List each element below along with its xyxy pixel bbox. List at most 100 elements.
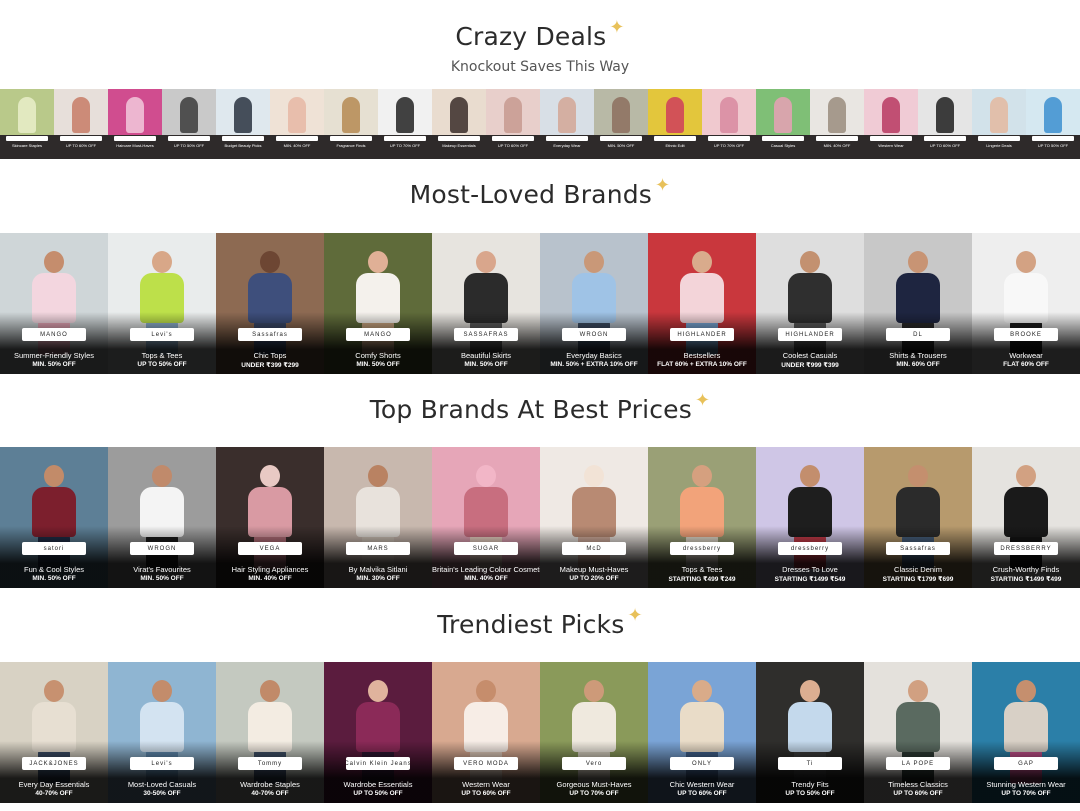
promo-card[interactable]: LA POPE Timeless Classics UP TO 60% OFF xyxy=(864,662,972,803)
promo-card[interactable]: WROGN Virat's Favourites MIN. 50% OFF xyxy=(108,447,216,588)
promo-card-offer: 40-70% OFF xyxy=(35,790,73,797)
deal-tile[interactable]: Ethnic Edit xyxy=(648,89,702,159)
deal-tile[interactable]: MIN. 40% OFF xyxy=(810,89,864,159)
promo-card-offer: MIN. 30% OFF xyxy=(356,575,400,582)
promo-card[interactable]: GAP Stunning Western Wear UP TO 70% OFF xyxy=(972,662,1080,803)
deal-tile[interactable]: UP TO 50% OFF xyxy=(162,89,216,159)
model-head xyxy=(476,680,496,702)
top-brands-title: Top Brands At Best Prices ✦ xyxy=(0,390,1080,424)
deal-tile-caption: Lingerie Deals xyxy=(986,143,1012,148)
deal-tile[interactable]: UP TO 60% OFF xyxy=(918,89,972,159)
deal-tile-brand-logo xyxy=(1032,136,1074,141)
promo-card[interactable]: McD Makeup Must-Haves UP TO 20% OFF xyxy=(540,447,648,588)
brand-logo: dressberry xyxy=(778,542,842,555)
deal-tile-caption: Everyday Wear xyxy=(553,143,581,148)
most-loved-title-text: Most-Loved Brands xyxy=(409,180,653,209)
promo-card[interactable]: JACK&JONES Every Day Essentials 40-70% OFF xyxy=(0,662,108,803)
promo-card-title: Wardrobe Staples xyxy=(240,780,300,789)
deal-tile-product xyxy=(990,97,1008,133)
deal-tile[interactable]: UP TO 70% OFF xyxy=(702,89,756,159)
deal-tile-product xyxy=(396,97,414,133)
deal-tile[interactable]: Casual Styles xyxy=(756,89,810,159)
deal-tile[interactable]: Lingerie Deals xyxy=(972,89,1026,159)
deal-tile-brand-logo xyxy=(546,136,588,141)
promo-card[interactable]: BROOKE Workwear FLAT 60% OFF xyxy=(972,233,1080,374)
deal-tile[interactable]: Skincare Staples xyxy=(0,89,54,159)
crazy-deals-strip[interactable]: Skincare Staples UP TO 60% OFF Haircare Mu… xyxy=(0,89,1080,159)
promo-card[interactable]: WROGN Everyday Basics MIN. 50% + EXTRA 10%… xyxy=(540,233,648,374)
promo-card[interactable]: DL Shirts & Trousers MIN. 60% OFF xyxy=(864,233,972,374)
deal-tile-caption: Western Wear xyxy=(878,143,904,148)
promo-card[interactable]: MANGO Comfy Shorts MIN. 50% OFF xyxy=(324,233,432,374)
deal-tile[interactable]: Western Wear xyxy=(864,89,918,159)
promo-card[interactable]: Sassafras Classic Denim STARTING ₹1799 ₹69… xyxy=(864,447,972,588)
promo-card[interactable]: SUGAR Britain's Leading Colour Cosmetics M… xyxy=(432,447,540,588)
promo-card-title: Workwear xyxy=(1009,351,1043,360)
promo-card-offer: UP TO 70% OFF xyxy=(569,790,619,797)
promo-card[interactable]: HIGHLANDER Bestsellers FLAT 60% + EXTRA 10… xyxy=(648,233,756,374)
promo-card[interactable]: DRESSBERRY Crush-Worthy Finds STARTING ₹14… xyxy=(972,447,1080,588)
deal-tile-caption: UP TO 70% OFF xyxy=(389,143,421,148)
promo-card[interactable]: VEGA Hair Styling Appliances MIN. 40% OFF xyxy=(216,447,324,588)
promo-card[interactable]: Sassafras Chic Tops UNDER ₹399 ₹299 xyxy=(216,233,324,374)
promo-card[interactable]: dressberry Dresses To Love STARTING ₹1499 … xyxy=(756,447,864,588)
promo-card-title: Makeup Must-Haves xyxy=(559,565,629,574)
promo-card-title: Dresses To Love xyxy=(782,565,838,574)
promo-card-offer: UP TO 20% OFF xyxy=(569,575,619,582)
promo-card[interactable]: Ti Trendy Fits UP TO 50% OFF xyxy=(756,662,864,803)
promo-card[interactable]: ONLY Chic Western Wear UP TO 60% OFF xyxy=(648,662,756,803)
deal-tile-caption: MIN. 50% OFF xyxy=(607,143,635,148)
promo-card-title: Chic Western Wear xyxy=(669,780,735,789)
deal-tile-caption: Ethnic Edit xyxy=(665,143,685,148)
promo-card[interactable]: Calvin Klein Jeans Wardrobe Essentials UP … xyxy=(324,662,432,803)
model-head xyxy=(692,680,712,702)
model-head xyxy=(260,465,280,487)
promo-card-title: Trendy Fits xyxy=(791,780,829,789)
promo-card-offer: STARTING ₹499 ₹249 xyxy=(668,576,736,583)
deal-tile-caption: MIN. 40% OFF xyxy=(283,143,311,148)
promo-card[interactable]: Levi's Tops & Tees UP TO 50% OFF xyxy=(108,233,216,374)
deal-tile-product xyxy=(342,97,360,133)
promo-card-offer: 40-70% OFF xyxy=(251,790,289,797)
promo-card[interactable]: Vero Gorgeous Must-Haves UP TO 70% OFF xyxy=(540,662,648,803)
model-head xyxy=(44,465,64,487)
deal-tile[interactable]: MIN. 50% OFF xyxy=(594,89,648,159)
promo-card-offer: MIN. 50% OFF xyxy=(32,575,76,582)
model-head xyxy=(152,251,172,273)
promo-card[interactable]: HIGHLANDER Coolest Casuals UNDER ₹999 ₹399 xyxy=(756,233,864,374)
promo-card[interactable]: Levi's Most-Loved Casuals 30-50% OFF xyxy=(108,662,216,803)
deal-tile[interactable]: UP TO 60% OFF xyxy=(486,89,540,159)
deal-tile-product xyxy=(504,97,522,133)
promo-card-title: Shirts & Trousers xyxy=(889,351,947,360)
deal-tile-caption: Haircare Must-Haves xyxy=(116,143,154,148)
promo-card[interactable]: satori Fun & Cool Styles MIN. 50% OFF xyxy=(0,447,108,588)
deal-tile[interactable]: UP TO 70% OFF xyxy=(378,89,432,159)
deal-tile[interactable]: Fragrance Finds xyxy=(324,89,378,159)
brand-logo: WROGN xyxy=(562,328,626,341)
sparkle-icon: ✦ xyxy=(655,175,671,196)
most-loved-title: Most-Loved Brands ✦ xyxy=(0,175,1080,209)
promo-card[interactable]: dressberry Tops & Tees STARTING ₹499 ₹249 xyxy=(648,447,756,588)
model-head xyxy=(584,680,604,702)
deal-tile[interactable]: UP TO 50% OFF xyxy=(1026,89,1080,159)
deal-tile-caption: UP TO 60% OFF xyxy=(929,143,961,148)
sparkle-icon: ✦ xyxy=(695,390,711,411)
promo-card[interactable]: VERO MODA Western Wear UP TO 60% OFF xyxy=(432,662,540,803)
deal-tile[interactable]: Everyday Wear xyxy=(540,89,594,159)
deal-tile-caption: UP TO 60% OFF xyxy=(497,143,529,148)
promo-card[interactable]: MARS By Malvika Sitlani MIN. 30% OFF xyxy=(324,447,432,588)
deal-tile-product xyxy=(720,97,738,133)
deal-tile[interactable]: Budget Beauty Picks xyxy=(216,89,270,159)
promo-card[interactable]: Tommy Wardrobe Staples 40-70% OFF xyxy=(216,662,324,803)
promo-card-title: Wardrobe Essentials xyxy=(343,780,413,789)
deal-tile[interactable]: Haircare Must-Haves xyxy=(108,89,162,159)
promo-card[interactable]: SASSAFRAS Beautiful Skirts MIN. 50% OFF xyxy=(432,233,540,374)
model-head xyxy=(584,465,604,487)
model-head xyxy=(1016,465,1036,487)
deal-tile[interactable]: Makeup Essentials xyxy=(432,89,486,159)
deal-tile[interactable]: MIN. 40% OFF xyxy=(270,89,324,159)
brand-logo: McD xyxy=(562,542,626,555)
promo-card[interactable]: MANGO Summer-Friendly Styles MIN. 50% OFF xyxy=(0,233,108,374)
deal-tile[interactable]: UP TO 60% OFF xyxy=(54,89,108,159)
model-head xyxy=(692,251,712,273)
